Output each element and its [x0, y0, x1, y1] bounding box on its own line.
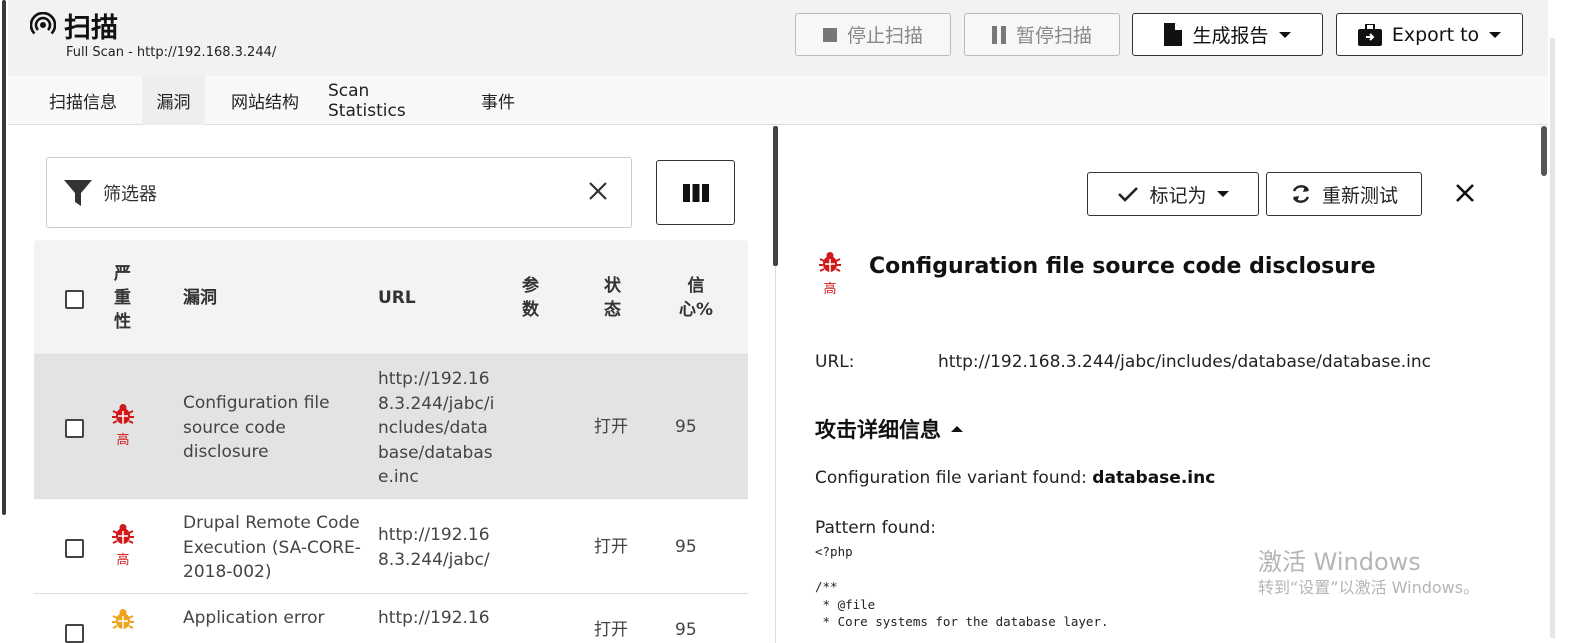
tab-scan-statistics[interactable]: Scan Statistics	[328, 76, 452, 125]
pause-scan-label: 暂停扫描	[1015, 25, 1092, 47]
column-header-vulnerability[interactable]: 漏洞	[183, 286, 217, 310]
variant-value: database.inc	[1092, 468, 1216, 488]
left-window-edge	[0, 0, 8, 643]
bug-icon	[112, 524, 134, 544]
filter-input[interactable]: 筛选器	[103, 180, 157, 206]
column-header-confidence[interactable]: 信心%	[675, 274, 717, 322]
table-row[interactable]: 高 Configuration file source code disclos…	[34, 354, 748, 498]
generate-report-button[interactable]: 生成报告	[1132, 13, 1323, 56]
severity-label: 高	[116, 433, 130, 448]
page-header: 扫描 Full Scan - http://192.168.3.244/ 停止扫…	[8, 0, 1548, 76]
bug-icon	[819, 252, 841, 272]
severity-label: 高	[116, 553, 130, 568]
select-all-checkbox[interactable]	[65, 290, 84, 309]
column-header-url[interactable]: URL	[378, 286, 416, 310]
vulnerability-status: 打开	[594, 417, 628, 437]
vulnerability-detail-panel: 标记为 重新测试 高 Configuration file source cod…	[778, 126, 1538, 643]
vulnerability-status: 打开	[594, 537, 628, 557]
pattern-code-block: <?php /** * @file * Core systems for the…	[815, 544, 1109, 629]
column-header-severity[interactable]: 严重性	[114, 262, 134, 334]
bug-icon	[112, 404, 134, 424]
retest-label: 重新测试	[1321, 184, 1398, 207]
tab-bar: 扫描信息 漏洞 网站结构 Scan Statistics 事件	[8, 76, 1548, 125]
column-header-params[interactable]: 参数	[522, 274, 544, 322]
pause-icon	[991, 25, 1006, 44]
table-header: 严重性 漏洞 URL 参数 状态 信心%	[34, 240, 748, 354]
stop-icon	[822, 27, 837, 42]
export-icon	[1357, 23, 1382, 46]
row-checkbox[interactable]	[65, 539, 84, 558]
tab-scan-info[interactable]: 扫描信息	[38, 76, 128, 125]
bug-icon	[112, 609, 134, 629]
attack-details-heading: 攻击详细信息	[815, 418, 941, 442]
url-label: URL:	[815, 352, 855, 372]
generate-report-label: 生成报告	[1192, 25, 1269, 47]
scan-target-subtitle: Full Scan - http://192.168.3.244/	[66, 45, 277, 60]
chevron-down-icon	[1278, 31, 1291, 38]
column-header-status[interactable]: 状态	[604, 274, 626, 322]
severity-label: 高	[823, 282, 837, 297]
clear-filter-icon[interactable]	[587, 180, 609, 202]
vulnerability-list-panel: 筛选器 严重性 漏洞 URL 参数 状态 信心% 高 Configuration…	[8, 126, 773, 643]
url-value: http://192.168.3.244/jabc/includes/datab…	[938, 352, 1431, 372]
chevron-down-icon	[1216, 191, 1229, 197]
vulnerability-url: http://192.16	[378, 608, 490, 628]
vulnerability-url: http://192.168.3.244/jabc/	[378, 525, 490, 570]
severity-medium-indicator	[111, 608, 135, 634]
filter-field[interactable]: 筛选器	[46, 157, 632, 228]
variant-found-text: Configuration file variant found: databa…	[815, 468, 1216, 488]
table-row[interactable]: Application error http://192.16 打开 95	[34, 593, 748, 643]
windows-activation-watermark-title: 激活 Windows	[1258, 548, 1421, 576]
mark-as-button[interactable]: 标记为	[1087, 172, 1259, 216]
attack-details-toggle[interactable]: 攻击详细信息	[815, 414, 963, 444]
refresh-icon	[1292, 185, 1310, 203]
vulnerability-confidence: 95	[675, 417, 697, 437]
column-settings-button[interactable]	[656, 160, 735, 225]
retest-button[interactable]: 重新测试	[1266, 172, 1422, 216]
windows-activation-watermark-hint: 转到“设置”以激活 Windows。	[1258, 578, 1480, 597]
row-checkbox[interactable]	[65, 624, 84, 643]
vulnerability-name: Drupal Remote Code Execution (SA-CORE-20…	[183, 513, 361, 582]
detail-scrollbar-thumb[interactable]	[1541, 126, 1547, 176]
table-row[interactable]: 高 Drupal Remote Code Execution (SA-CORE-…	[34, 498, 748, 593]
pause-scan-button[interactable]: 暂停扫描	[964, 13, 1120, 56]
tab-site-structure[interactable]: 网站结构	[220, 76, 310, 125]
export-button[interactable]: Export to	[1336, 13, 1523, 56]
mark-as-label: 标记为	[1149, 184, 1207, 207]
check-icon	[1118, 187, 1139, 202]
vulnerability-title: Configuration file source code disclosur…	[869, 254, 1376, 279]
document-icon	[1164, 23, 1183, 46]
vulnerability-name: Application error	[183, 608, 325, 628]
vulnerability-confidence: 95	[675, 620, 697, 640]
scan-icon	[30, 12, 56, 35]
vulnerabilities-table: 严重性 漏洞 URL 参数 状态 信心% 高 Configuration fil…	[34, 240, 748, 643]
stop-scan-button[interactable]: 停止扫描	[795, 13, 951, 56]
vulnerability-status: 打开	[594, 620, 628, 640]
page-title: 扫描	[64, 13, 118, 44]
severity-high-indicator: 高	[111, 403, 135, 448]
close-icon[interactable]	[1454, 182, 1476, 204]
chevron-down-icon	[1489, 31, 1502, 38]
chevron-up-icon	[951, 426, 963, 432]
filter-icon	[64, 180, 92, 206]
severity-high-indicator: 高	[818, 250, 842, 297]
vulnerability-confidence: 95	[675, 537, 697, 557]
tab-events[interactable]: 事件	[470, 76, 526, 125]
row-checkbox[interactable]	[65, 419, 84, 438]
tab-vulnerabilities[interactable]: 漏洞	[142, 76, 205, 125]
stop-scan-label: 停止扫描	[846, 25, 923, 47]
vulnerability-url: http://192.168.3.244/jabc/includes/datab…	[378, 369, 495, 487]
columns-icon	[682, 183, 709, 202]
export-label: Export to	[1391, 23, 1480, 46]
severity-high-indicator: 高	[111, 523, 135, 568]
pattern-found-label: Pattern found:	[815, 518, 937, 538]
window-scrollbar-track[interactable]	[1550, 38, 1555, 638]
vulnerability-name: Configuration file source code disclosur…	[183, 393, 330, 462]
